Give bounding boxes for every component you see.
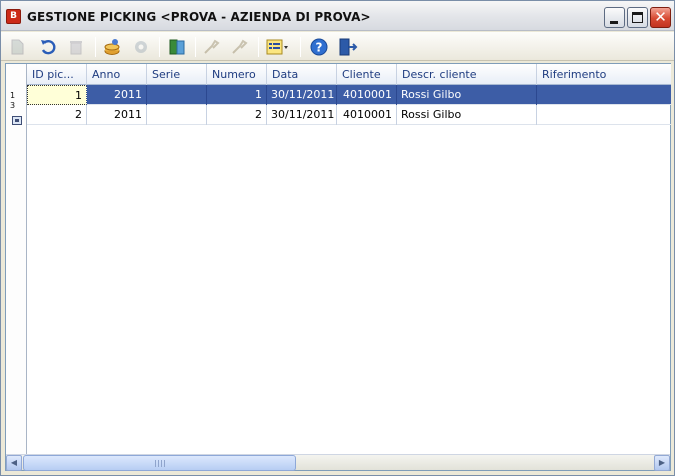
delete-icon[interactable] bbox=[66, 37, 86, 57]
cell-anno[interactable]: 2011 bbox=[87, 105, 147, 125]
cell-descr-cliente[interactable]: Rossi Gilbo bbox=[397, 105, 537, 125]
col-header-riferimento[interactable]: Riferimento bbox=[537, 64, 671, 85]
help-icon[interactable]: ? bbox=[309, 37, 329, 57]
search-icon[interactable] bbox=[202, 37, 222, 57]
toolbar: ? bbox=[1, 32, 674, 61]
maximize-icon bbox=[632, 12, 643, 23]
scrollbar-thumb[interactable] bbox=[23, 455, 296, 471]
grip-icon bbox=[155, 460, 165, 467]
cell-riferimento[interactable] bbox=[537, 105, 671, 125]
cell-data[interactable]: 30/11/2011 bbox=[267, 105, 337, 125]
title-bar[interactable]: B GESTIONE PICKING <PROVA - AZIENDA DI P… bbox=[1, 1, 674, 31]
record-nav-icon[interactable] bbox=[12, 116, 22, 125]
cell-numero[interactable]: 2 bbox=[207, 105, 267, 125]
cell-anno[interactable]: 2011 bbox=[87, 85, 147, 105]
cell-riferimento[interactable] bbox=[537, 85, 671, 105]
col-header-data[interactable]: Data bbox=[267, 64, 337, 85]
gear-icon[interactable] bbox=[131, 37, 151, 57]
col-header-cliente[interactable]: Cliente bbox=[337, 64, 397, 85]
cell-cliente[interactable]: 4010001 bbox=[337, 105, 397, 125]
column-header-row: ID pic... Anno Serie Numero Data Cliente… bbox=[27, 64, 671, 85]
toolbar-separator bbox=[258, 37, 259, 57]
toolbar-separator bbox=[300, 37, 301, 57]
col-header-anno[interactable]: Anno bbox=[87, 64, 147, 85]
cell-id[interactable]: 2 bbox=[27, 105, 87, 125]
window-title: GESTIONE PICKING <PROVA - AZIENDA DI PRO… bbox=[27, 10, 371, 24]
col-header-descr-cliente[interactable]: Descr. cliente bbox=[397, 64, 537, 85]
minimize-icon bbox=[610, 21, 618, 24]
book-icon[interactable] bbox=[167, 37, 187, 57]
minimize-button[interactable] bbox=[604, 7, 625, 28]
db-user-icon[interactable] bbox=[102, 37, 122, 57]
list-options-icon[interactable] bbox=[265, 37, 288, 57]
maximize-button[interactable] bbox=[627, 7, 648, 28]
search-all-icon[interactable] bbox=[230, 37, 250, 57]
app-window: B GESTIONE PICKING <PROVA - AZIENDA DI P… bbox=[0, 0, 675, 476]
scroll-right-icon[interactable]: ▶ bbox=[654, 455, 670, 471]
col-header-numero[interactable]: Numero bbox=[207, 64, 267, 85]
toolbar-separator bbox=[95, 37, 96, 57]
scroll-left-icon[interactable]: ◀ bbox=[6, 455, 22, 471]
table-row[interactable]: 2 2011 2 30/11/2011 4010001 Rossi Gilbo bbox=[27, 105, 671, 125]
cell-serie[interactable] bbox=[147, 105, 207, 125]
cell-descr-cliente[interactable]: Rossi Gilbo bbox=[397, 85, 537, 105]
picking-grid: 1 3 ID pic... Anno Serie Numero Data Cli… bbox=[5, 63, 671, 471]
close-icon: ✕ bbox=[654, 8, 667, 26]
exit-icon[interactable] bbox=[337, 37, 358, 57]
record-position: 1 bbox=[10, 91, 16, 100]
cell-serie[interactable] bbox=[147, 85, 207, 105]
record-count: 3 bbox=[10, 101, 16, 110]
cell-id[interactable]: 1 bbox=[27, 85, 87, 105]
svg-text:?: ? bbox=[316, 41, 323, 55]
toolbar-separator bbox=[159, 37, 160, 57]
cell-numero[interactable]: 1 bbox=[207, 85, 267, 105]
undo-icon[interactable] bbox=[38, 37, 58, 57]
table-row[interactable]: 1 2011 1 30/11/2011 4010001 Rossi Gilbo bbox=[27, 85, 671, 105]
col-header-id[interactable]: ID pic... bbox=[27, 64, 87, 85]
cell-cliente[interactable]: 4010001 bbox=[337, 85, 397, 105]
horizontal-scrollbar[interactable]: ◀ ▶ bbox=[6, 454, 670, 471]
row-header-column: 1 3 bbox=[6, 64, 27, 454]
new-icon[interactable] bbox=[7, 37, 27, 57]
col-header-serie[interactable]: Serie bbox=[147, 64, 207, 85]
close-button[interactable]: ✕ bbox=[650, 7, 671, 28]
cell-data[interactable]: 30/11/2011 bbox=[267, 85, 337, 105]
toolbar-separator bbox=[195, 37, 196, 57]
app-logo-icon: B bbox=[6, 9, 21, 24]
